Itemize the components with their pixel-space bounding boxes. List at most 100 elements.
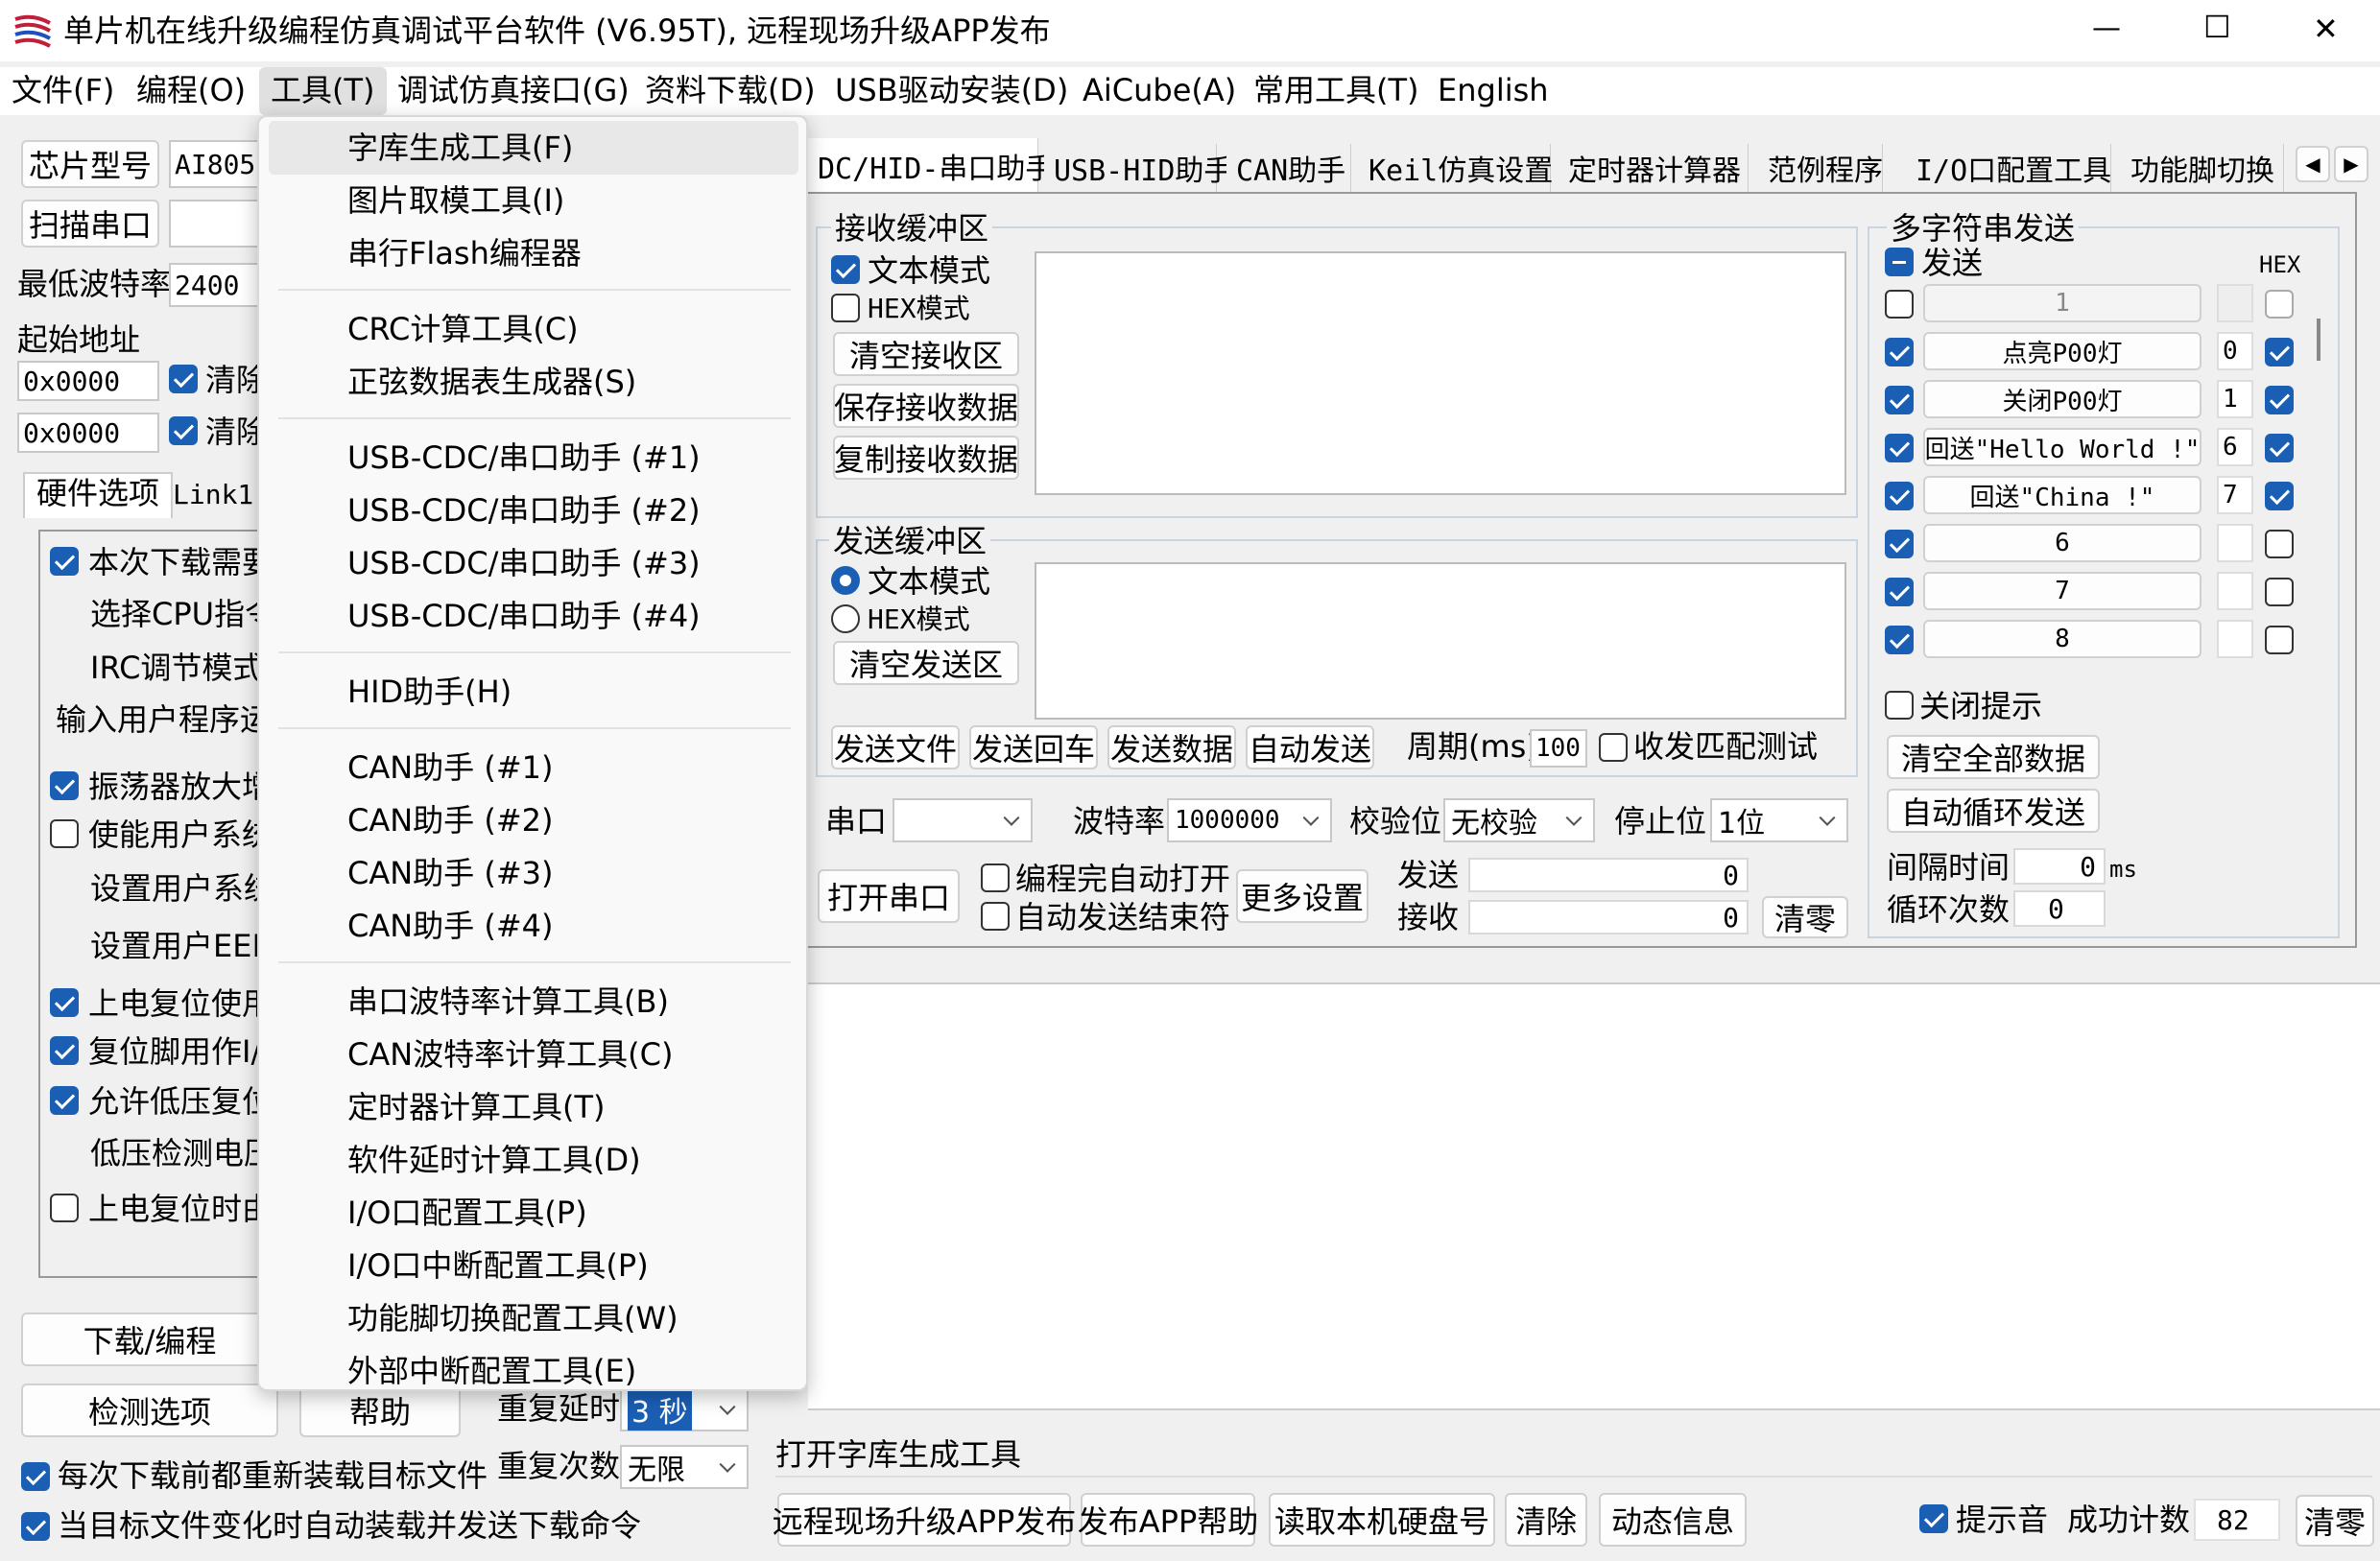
send-file-button[interactable]: 发送文件 bbox=[831, 725, 960, 769]
tools-menu-item[interactable]: USB-CDC/串口助手 (#3) bbox=[347, 544, 701, 582]
menu-english[interactable]: English bbox=[1438, 71, 1549, 109]
chip-model-button[interactable]: 芯片型号 bbox=[21, 140, 159, 188]
tab-can[interactable]: CAN助手 bbox=[1226, 144, 1351, 192]
clear-send-button[interactable]: 清空发送区 bbox=[833, 641, 1019, 685]
loop-count-field[interactable]: 0 bbox=[2013, 890, 2106, 927]
baud-select[interactable]: 1000000 bbox=[1167, 798, 1332, 842]
multi-row-number[interactable]: 0 bbox=[2217, 332, 2253, 370]
copy-receive-button[interactable]: 复制接收数据 bbox=[833, 436, 1019, 480]
port-select[interactable] bbox=[892, 798, 1033, 842]
multi-row-number[interactable]: 1 bbox=[2217, 380, 2253, 418]
multi-row-checkbox[interactable] bbox=[1885, 290, 1914, 319]
menu-common-tools[interactable]: 常用工具(T) bbox=[1253, 71, 1419, 109]
tools-menu-item[interactable]: 正弦数据表生成器(S) bbox=[347, 363, 636, 401]
retry-count-select[interactable]: 无限 bbox=[620, 1445, 749, 1489]
send-cr-button[interactable]: 发送回车 bbox=[969, 725, 1098, 769]
multi-scrollbar[interactable] bbox=[2317, 319, 2320, 361]
retry-delay-select[interactable]: 3 秒 bbox=[620, 1387, 749, 1431]
menu-tools[interactable]: 工具(T) bbox=[259, 67, 387, 115]
stop-bits-select[interactable]: 1位 bbox=[1710, 798, 1848, 842]
min-baud-field[interactable]: 2400 bbox=[169, 263, 265, 307]
multi-row-checkbox[interactable] bbox=[1885, 434, 1914, 462]
multi-row-number[interactable] bbox=[2217, 572, 2253, 610]
send-textarea[interactable] bbox=[1035, 562, 1846, 720]
save-receive-button[interactable]: 保存接收数据 bbox=[833, 384, 1019, 428]
detect-options-button[interactable]: 检测选项 bbox=[21, 1384, 278, 1437]
sound-checkbox[interactable] bbox=[1919, 1504, 1948, 1533]
start-address-2[interactable]: 0x0000 bbox=[17, 413, 159, 453]
read-disk-button[interactable]: 读取本机硬盘号 bbox=[1269, 1493, 1495, 1547]
maximize-button[interactable]: ☐ bbox=[2203, 8, 2231, 46]
multi-row-hex-checkbox[interactable] bbox=[2265, 386, 2294, 414]
tab-pin-switch[interactable]: 功能脚切换 bbox=[2121, 144, 2284, 192]
tools-menu-item[interactable]: 图片取模工具(I) bbox=[347, 181, 564, 220]
multi-row-hex-checkbox[interactable] bbox=[2265, 434, 2294, 462]
tools-menu-item[interactable]: 软件延时计算工具(D) bbox=[347, 1141, 641, 1179]
hw-option-checkbox[interactable] bbox=[50, 1036, 79, 1065]
start-address-1[interactable]: 0x0000 bbox=[17, 361, 159, 401]
multi-row-checkbox[interactable] bbox=[1885, 530, 1914, 558]
log-area[interactable] bbox=[808, 982, 2380, 1408]
multi-row-checkbox[interactable] bbox=[1885, 482, 1914, 510]
tools-menu-item[interactable]: I/O口中断配置工具(P) bbox=[347, 1246, 649, 1285]
multi-row-send-button[interactable]: 6 bbox=[1923, 524, 2202, 562]
tools-menu-item[interactable]: 串口波特率计算工具(B) bbox=[347, 982, 669, 1021]
multi-row-number[interactable]: 7 bbox=[2217, 476, 2253, 514]
auto-open-checkbox[interactable] bbox=[981, 863, 1010, 892]
menu-download[interactable]: 资料下载(D) bbox=[645, 71, 816, 109]
auto-end-checkbox[interactable] bbox=[981, 902, 1010, 931]
multi-row-checkbox[interactable] bbox=[1885, 386, 1914, 414]
send-hex-mode-radio[interactable] bbox=[831, 604, 860, 633]
multi-row-send-button[interactable]: 关闭P00灯 bbox=[1923, 380, 2202, 418]
zero-counter-button[interactable]: 清零 bbox=[1762, 896, 1848, 938]
tools-menu-item[interactable]: 功能脚切换配置工具(W) bbox=[347, 1299, 678, 1337]
parity-select[interactable]: 无校验 bbox=[1443, 798, 1595, 842]
multi-row-checkbox[interactable] bbox=[1885, 626, 1914, 654]
recv-text-mode-checkbox[interactable] bbox=[831, 255, 860, 284]
tab-scroll-right-button[interactable]: ▶ bbox=[2334, 146, 2368, 182]
multi-row-send-button[interactable]: 1 bbox=[1923, 284, 2202, 322]
tab-timer[interactable]: 定时器计算器 bbox=[1559, 144, 1749, 192]
multi-row-number[interactable] bbox=[2217, 524, 2253, 562]
tools-menu-item[interactable]: CAN助手 (#3) bbox=[347, 854, 554, 892]
clear-log-button[interactable]: 清除 bbox=[1505, 1493, 1587, 1547]
menu-file[interactable]: 文件(F) bbox=[12, 71, 114, 109]
match-test-checkbox[interactable] bbox=[1599, 733, 1628, 762]
multi-row-send-button[interactable]: 回送"China !" bbox=[1923, 476, 2202, 514]
tools-menu-item[interactable]: I/O口配置工具(P) bbox=[347, 1194, 587, 1232]
close-button[interactable]: ✕ bbox=[2313, 10, 2339, 48]
hw-option-checkbox[interactable] bbox=[50, 771, 79, 800]
menu-aicube[interactable]: AiCube(A) bbox=[1083, 71, 1236, 109]
multi-row-hex-checkbox[interactable] bbox=[2265, 530, 2294, 558]
tools-menu-item[interactable]: USB-CDC/串口助手 (#1) bbox=[347, 438, 701, 477]
hw-option-checkbox[interactable] bbox=[50, 988, 79, 1017]
multi-row-number[interactable]: 6 bbox=[2217, 428, 2253, 466]
tools-menu-item[interactable]: CAN助手 (#1) bbox=[347, 748, 554, 787]
close-tip-checkbox[interactable] bbox=[1885, 691, 1914, 720]
clear-receive-button[interactable]: 清空接收区 bbox=[833, 332, 1019, 376]
hw-option-checkbox[interactable] bbox=[50, 547, 79, 576]
multi-row-number[interactable] bbox=[2217, 284, 2253, 322]
help-button[interactable]: 帮助 bbox=[299, 1384, 461, 1437]
dynamic-info-button[interactable]: 动态信息 bbox=[1599, 1493, 1747, 1547]
tools-menu-item[interactable]: USB-CDC/串口助手 (#4) bbox=[347, 597, 701, 635]
menu-debug[interactable]: 调试仿真接口(G) bbox=[397, 71, 630, 109]
send-text-mode-radio[interactable] bbox=[831, 566, 860, 595]
zero-success-button[interactable]: 清零 bbox=[2296, 1495, 2374, 1547]
multi-row-checkbox[interactable] bbox=[1885, 578, 1914, 606]
tools-menu-item[interactable]: CAN助手 (#4) bbox=[347, 907, 554, 945]
multi-row-hex-checkbox[interactable] bbox=[2265, 626, 2294, 654]
multi-row-send-button[interactable]: 7 bbox=[1923, 572, 2202, 610]
open-port-button[interactable]: 打开串口 bbox=[818, 869, 960, 923]
hw-option-checkbox[interactable] bbox=[50, 819, 79, 848]
tab-keil[interactable]: Keil仿真设置 bbox=[1359, 144, 1553, 192]
more-settings-button[interactable]: 更多设置 bbox=[1236, 869, 1368, 923]
multi-row-send-button[interactable]: 点亮P00灯 bbox=[1923, 332, 2202, 370]
multi-row-hex-checkbox[interactable] bbox=[2265, 338, 2294, 367]
auto-reload-checkbox[interactable] bbox=[21, 1512, 50, 1541]
menu-usb-driver[interactable]: USB驱动安装(D) bbox=[835, 71, 1068, 109]
tools-menu-item[interactable]: CRC计算工具(C) bbox=[347, 310, 579, 348]
tab-link1[interactable]: Link1 bbox=[173, 476, 253, 514]
recv-hex-mode-checkbox[interactable] bbox=[831, 294, 860, 322]
send-data-button[interactable]: 发送数据 bbox=[1107, 725, 1236, 769]
